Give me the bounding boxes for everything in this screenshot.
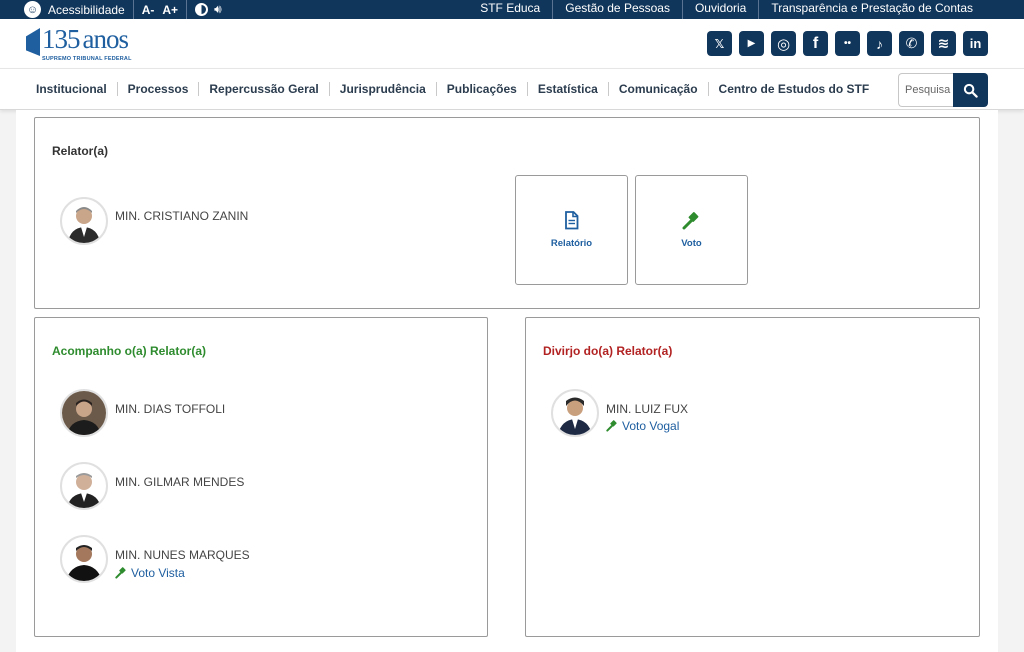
acompanho-panel: Acompanho o(a) Relator(a) MIN. DIAS TOFF… [34,317,488,637]
relator-panel: Relator(a) MIN. CRISTIANO ZANIN Relatóri… [34,117,980,309]
contrast-icon[interactable] [195,3,209,16]
nav-item-centro-estudos[interactable]: Centro de Estudos do STF [707,82,880,96]
search-icon [963,83,978,98]
gavel-icon [682,211,698,229]
stf-logo[interactable]: 135 anos SUPREMO TRIBUNAL FEDERAL [26,26,132,62]
topbar-link-gestao-pessoas[interactable]: Gestão de Pessoas [552,0,682,19]
avatar [60,462,108,510]
minister-name[interactable]: MIN. DIAS TOFFOLI [115,402,225,416]
divider [186,0,188,19]
instagram-icon[interactable]: ◎ [771,31,796,56]
nav-item-institucional[interactable]: Institucional [26,82,117,96]
logo-mark-icon [26,28,40,56]
topbar-link-ouvidoria[interactable]: Ouvidoria [681,0,758,19]
nav-item-processos[interactable]: Processos [116,82,199,96]
nav-item-publicacoes[interactable]: Publicações [435,82,527,96]
font-increase-button[interactable]: A+ [162,3,178,17]
logo-number: 135 [42,24,80,54]
font-decrease-button[interactable]: A- [142,3,155,17]
voto-vista-link[interactable]: Voto Vista [115,566,185,580]
nav-item-repercussao-geral[interactable]: Repercussão Geral [198,82,328,96]
avatar [60,389,108,437]
acompanho-title: Acompanho o(a) Relator(a) [52,344,207,358]
document-icon [565,211,579,230]
relatorio-button[interactable]: Relatório [515,175,628,285]
social-links: 𝕏 ▶ ◎ f •• ♪ ✆ ≋ in [707,31,988,56]
search-input[interactable] [898,73,953,107]
top-utility-bar: ☺ Acessibilidade A- A+ 🔊︎ STF Educa Gest… [0,0,1024,19]
accessibility-link[interactable]: Acessibilidade [48,3,125,17]
minister-name[interactable]: MIN. NUNES MARQUES [115,548,250,562]
relatorio-label: Relatório [550,238,593,249]
content-area: Relator(a) MIN. CRISTIANO ZANIN Relatóri… [16,110,998,652]
vote-link-label: Voto Vista [131,566,185,580]
x-icon[interactable]: 𝕏 [707,31,732,56]
gavel-icon [606,420,617,432]
vote-link-label: Voto Vogal [622,419,680,433]
topbar-link-transparencia[interactable]: Transparência e Prestação de Contas [758,0,1024,19]
search-button[interactable] [953,73,988,107]
flickr-icon[interactable]: •• [835,31,860,56]
topbar-link-stf-educa[interactable]: STF Educa [468,0,552,19]
voto-label: Voto [681,237,702,249]
avatar [60,535,108,583]
divirjo-title: Divirjo do(a) Relator(a) [543,344,673,358]
main-nav: Institucional Processos Repercussão Gera… [0,68,1024,110]
logo-word: anos [82,24,129,54]
search-box [898,73,988,107]
gavel-icon [115,567,126,579]
divirjo-panel: Divirjo do(a) Relator(a) MIN. LUIZ FUX V… [525,317,980,637]
nav-item-comunicacao[interactable]: Comunicação [607,82,708,96]
avatar [551,389,599,437]
speaker-icon[interactable]: 🔊︎ [214,2,222,17]
minister-name[interactable]: MIN. GILMAR MENDES [115,475,244,489]
spotify-icon[interactable]: ≋ [931,31,956,56]
site-header: 135 anos SUPREMO TRIBUNAL FEDERAL 𝕏 ▶ ◎ f… [0,19,1024,68]
youtube-icon[interactable]: ▶ [739,31,764,56]
divider [132,0,134,19]
voto-button[interactable]: Voto [635,175,748,285]
minister-name[interactable]: MIN. LUIZ FUX [606,402,688,416]
accessibility-icon[interactable]: ☺ [24,1,41,18]
relator-title: Relator(a) [52,144,109,158]
minister-name[interactable]: MIN. CRISTIANO ZANIN [115,209,248,223]
nav-item-jurisprudencia[interactable]: Jurisprudência [328,82,436,96]
avatar [60,197,108,245]
facebook-icon[interactable]: f [803,31,828,56]
logo-subtitle: SUPREMO TRIBUNAL FEDERAL [42,56,132,62]
tiktok-icon[interactable]: ♪ [867,31,892,56]
whatsapp-icon[interactable]: ✆ [899,31,924,56]
voto-vogal-link[interactable]: Voto Vogal [606,419,679,433]
nav-item-estatistica[interactable]: Estatística [526,82,608,96]
linkedin-icon[interactable]: in [963,31,988,56]
